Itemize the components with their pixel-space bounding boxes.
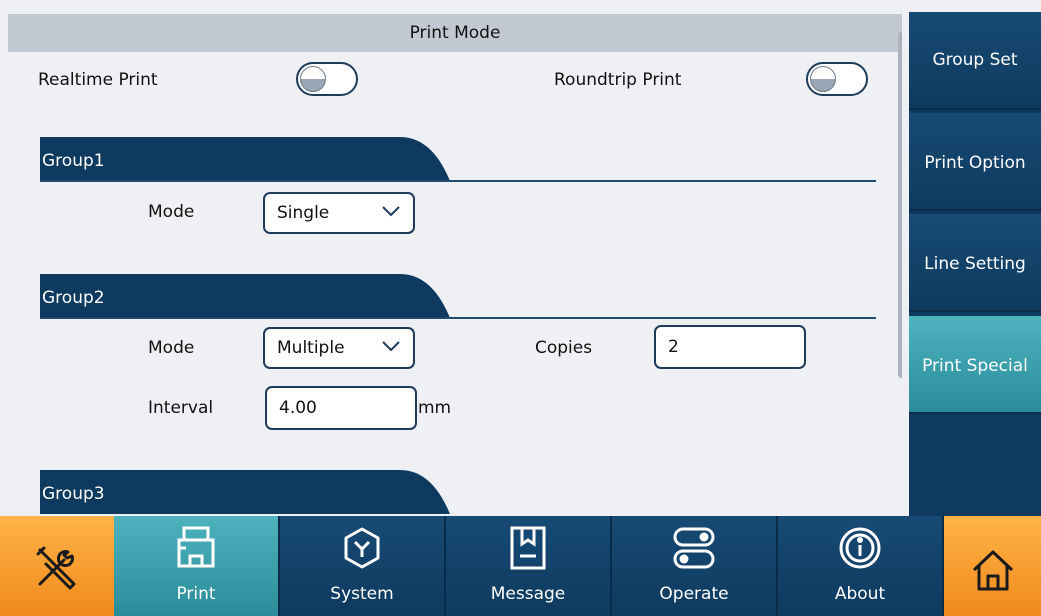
group2-interval-unit: mm [418, 398, 452, 418]
sidebar-item-label: Print Special [922, 356, 1028, 376]
group2-interval-value: 4.00 [279, 398, 317, 418]
nav-system[interactable]: System [280, 516, 446, 616]
nav-label: Print [176, 584, 216, 604]
group2-mode-select[interactable]: Multiple [263, 327, 415, 369]
nav-label: About [834, 584, 886, 604]
group2-divider [40, 317, 876, 319]
nav-label: Operate [659, 584, 729, 604]
home-button[interactable] [944, 516, 1041, 616]
group2-copies-value: 2 [668, 337, 679, 357]
sidebar-item-print-option[interactable]: Print Option [909, 113, 1041, 211]
sidebar-item-label: Print Option [924, 153, 1026, 173]
realtime-print-label: Realtime Print [38, 70, 158, 90]
group2-mode-label: Mode [148, 338, 195, 358]
nav-message[interactable]: Message [446, 516, 612, 616]
nav-about[interactable]: About [778, 516, 944, 616]
sidebar-item-print-special[interactable]: Print Special [909, 316, 1041, 414]
group1-divider [40, 180, 876, 182]
print-mode-panel: Print Mode Realtime Print Roundtrip Prin… [8, 14, 902, 516]
chevron-down-icon [382, 206, 400, 217]
home-icon [972, 550, 1013, 591]
group2-mode-value: Multiple [277, 338, 345, 358]
group1-mode-value: Single [277, 203, 330, 223]
info-icon [839, 527, 881, 569]
group1-mode-select[interactable]: Single [263, 192, 415, 234]
group2-title: Group2 [42, 288, 105, 308]
group1-header: Group1 [40, 137, 450, 183]
group2-interval-input[interactable]: 4.00 [265, 386, 417, 430]
sidebar-item-label: Group Set [932, 50, 1018, 70]
roundtrip-print-label: Roundtrip Print [554, 70, 682, 90]
title-bar: Print Mode [8, 14, 902, 52]
bottom-nav: Print System Message Operate About [0, 516, 1041, 616]
sidebar-item-line-setting[interactable]: Line Setting [909, 214, 1041, 312]
group2-interval-label: Interval [148, 398, 214, 418]
nav-label: System [330, 584, 394, 604]
scrollbar[interactable] [898, 32, 902, 378]
realtime-print-toggle[interactable] [296, 62, 358, 96]
operate-icon [673, 527, 715, 569]
nav-print[interactable]: Print [114, 516, 280, 616]
tools-button[interactable] [0, 516, 114, 616]
message-icon [510, 526, 546, 570]
sidebar-item-label: Line Setting [924, 254, 1026, 274]
group2-copies-input[interactable]: 2 [654, 325, 806, 369]
group2-copies-label: Copies [535, 338, 593, 358]
toggle-knob [810, 66, 836, 92]
toggle-knob [300, 66, 326, 92]
group3-title: Group3 [42, 484, 105, 504]
printer-icon [177, 526, 215, 568]
roundtrip-print-toggle[interactable] [806, 62, 868, 96]
nav-label: Message [490, 584, 566, 604]
chevron-down-icon [382, 341, 400, 352]
sidebar: Group Set Print Option Line Setting Prin… [909, 12, 1041, 516]
page-title: Print Mode [409, 23, 501, 43]
sidebar-item-group-set[interactable]: Group Set [909, 12, 1041, 110]
group1-title: Group1 [42, 151, 105, 171]
group2-header: Group2 [40, 274, 450, 320]
nav-operate[interactable]: Operate [612, 516, 778, 616]
group1-mode-label: Mode [148, 202, 195, 222]
group3-header: Group3 [40, 470, 450, 516]
system-icon [344, 527, 380, 569]
tools-icon [36, 546, 76, 590]
